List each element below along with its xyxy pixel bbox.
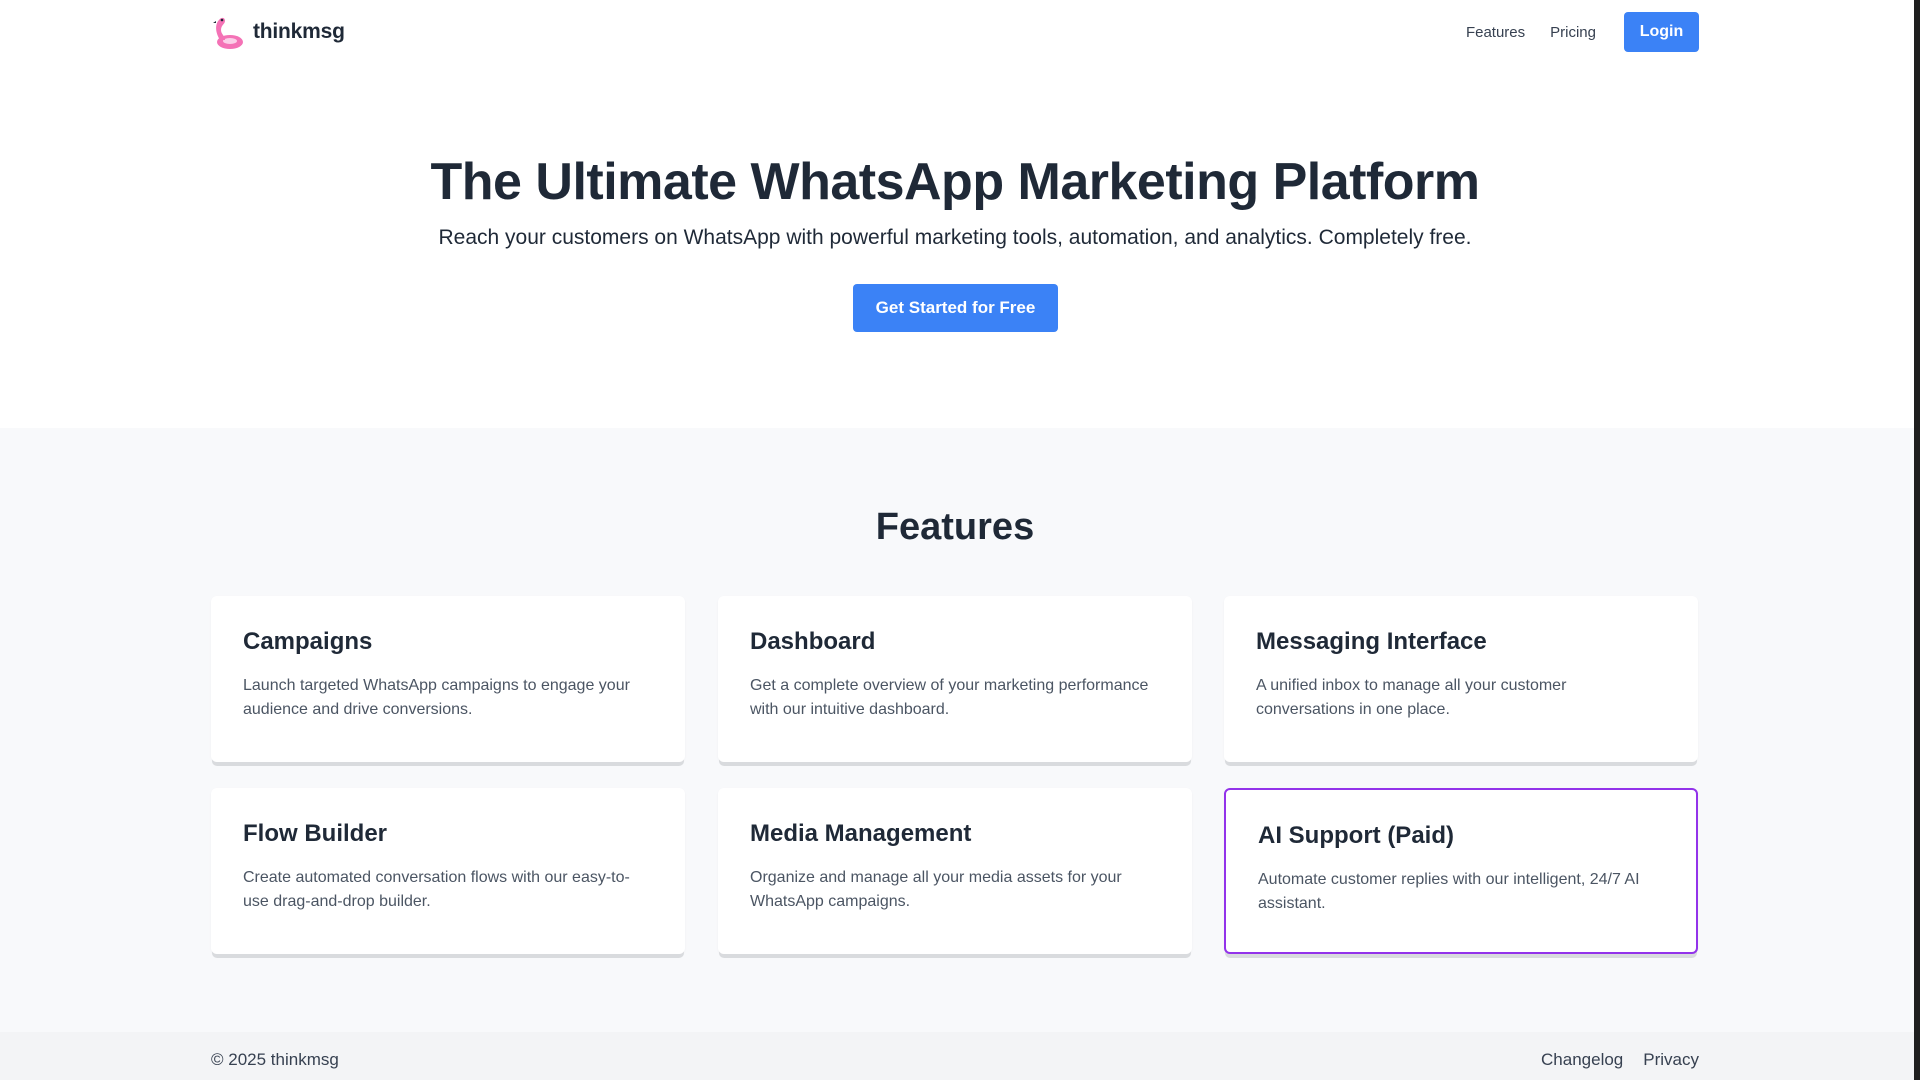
features-section: Features Campaigns Launch targeted Whats… bbox=[0, 428, 1914, 1032]
feature-card-description: A unified inbox to manage all your custo… bbox=[1256, 677, 1567, 718]
changelog-link[interactable]: Changelog bbox=[1541, 1050, 1623, 1070]
feature-card-title: AI Support (Paid) bbox=[1258, 822, 1454, 849]
get-started-button[interactable]: Get Started for Free bbox=[853, 284, 1058, 332]
feature-card-title: Media Management bbox=[750, 820, 972, 847]
feature-card-description: Organize and manage all your media asset… bbox=[750, 869, 1122, 910]
feature-card-description: Create automated conversation flows with… bbox=[243, 869, 630, 910]
feature-card-description: Get a complete overview of your marketin… bbox=[750, 677, 1149, 718]
feature-card-messaging-interface: Messaging Interface A unified inbox to m… bbox=[1224, 596, 1698, 762]
site-footer: © 2025 thinkmsg Changelog Privacy bbox=[0, 1032, 1914, 1080]
feature-card-dashboard: Dashboard Get a complete overview of you… bbox=[718, 596, 1192, 762]
landing-page: thinkmsg Features Pricing Login The Ulti… bbox=[0, 0, 1914, 1080]
feature-card-description: Automate customer replies with our intel… bbox=[1258, 871, 1640, 912]
hero-subtitle: Reach your customers on WhatsApp with po… bbox=[438, 226, 1472, 249]
flamingo-logo-icon bbox=[213, 17, 243, 49]
feature-card-campaigns: Campaigns Launch targeted WhatsApp campa… bbox=[211, 596, 685, 762]
site-header: thinkmsg Features Pricing Login bbox=[0, 0, 1914, 64]
brand-name: thinkmsg bbox=[253, 20, 345, 43]
hero-section: The Ultimate WhatsApp Marketing Platform… bbox=[0, 64, 1914, 428]
login-button[interactable]: Login bbox=[1624, 12, 1699, 52]
feature-card-title: Flow Builder bbox=[243, 820, 387, 847]
feature-card-title: Dashboard bbox=[750, 628, 876, 655]
footer-links: Changelog Privacy bbox=[1541, 1050, 1699, 1070]
nav-pricing-link[interactable]: Pricing bbox=[1550, 24, 1596, 41]
privacy-link[interactable]: Privacy bbox=[1643, 1050, 1699, 1070]
feature-card-title: Messaging Interface bbox=[1256, 628, 1487, 655]
copyright-text: © 2025 thinkmsg bbox=[211, 1050, 339, 1069]
hero-title: The Ultimate WhatsApp Marketing Platform bbox=[430, 153, 1481, 211]
scrollbar[interactable] bbox=[1914, 0, 1920, 1080]
feature-card-ai-support: AI Support (Paid) Automate customer repl… bbox=[1224, 788, 1698, 954]
nav-features-link[interactable]: Features bbox=[1466, 24, 1525, 41]
feature-card-description: Launch targeted WhatsApp campaigns to en… bbox=[243, 677, 630, 718]
feature-card-title: Campaigns bbox=[243, 628, 373, 655]
brand[interactable]: thinkmsg bbox=[211, 14, 345, 50]
feature-card-flow-builder: Flow Builder Create automated conversati… bbox=[211, 788, 685, 954]
main-nav: Features Pricing Login bbox=[1466, 12, 1699, 52]
features-title: Features bbox=[875, 506, 1035, 548]
feature-card-media-management: Media Management Organize and manage all… bbox=[718, 788, 1192, 954]
